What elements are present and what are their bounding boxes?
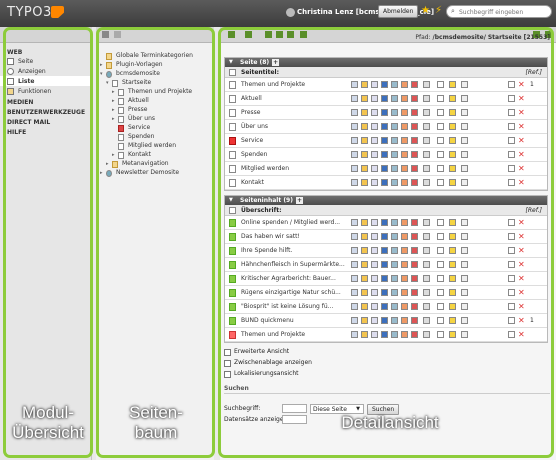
typo3-logo: TYPO3 <box>7 5 52 20</box>
logout-button[interactable]: Abmelden <box>378 5 419 18</box>
typo3-logo-icon <box>51 6 64 18</box>
search-input[interactable] <box>459 7 549 17</box>
search-icon: ⌕ <box>451 7 455 15</box>
top-bar: TYPO3 Christina Lenz [bcmsdemosite_cle] … <box>0 0 556 27</box>
detail-view-frame <box>218 27 554 458</box>
overlay-label-tree: Seiten- baum <box>129 403 183 442</box>
search-box[interactable]: ⌕ <box>446 5 552 18</box>
overlay-label-module: Modul- Übersicht <box>12 403 84 442</box>
module-overview-frame <box>3 27 93 458</box>
bookmark-star-icon[interactable]: ★ <box>421 5 430 16</box>
clear-cache-icon[interactable]: ⚡ <box>435 5 442 16</box>
user-icon <box>286 8 295 17</box>
page-tree-frame <box>96 27 215 458</box>
overlay-label-detail: Detailansicht <box>341 413 439 432</box>
